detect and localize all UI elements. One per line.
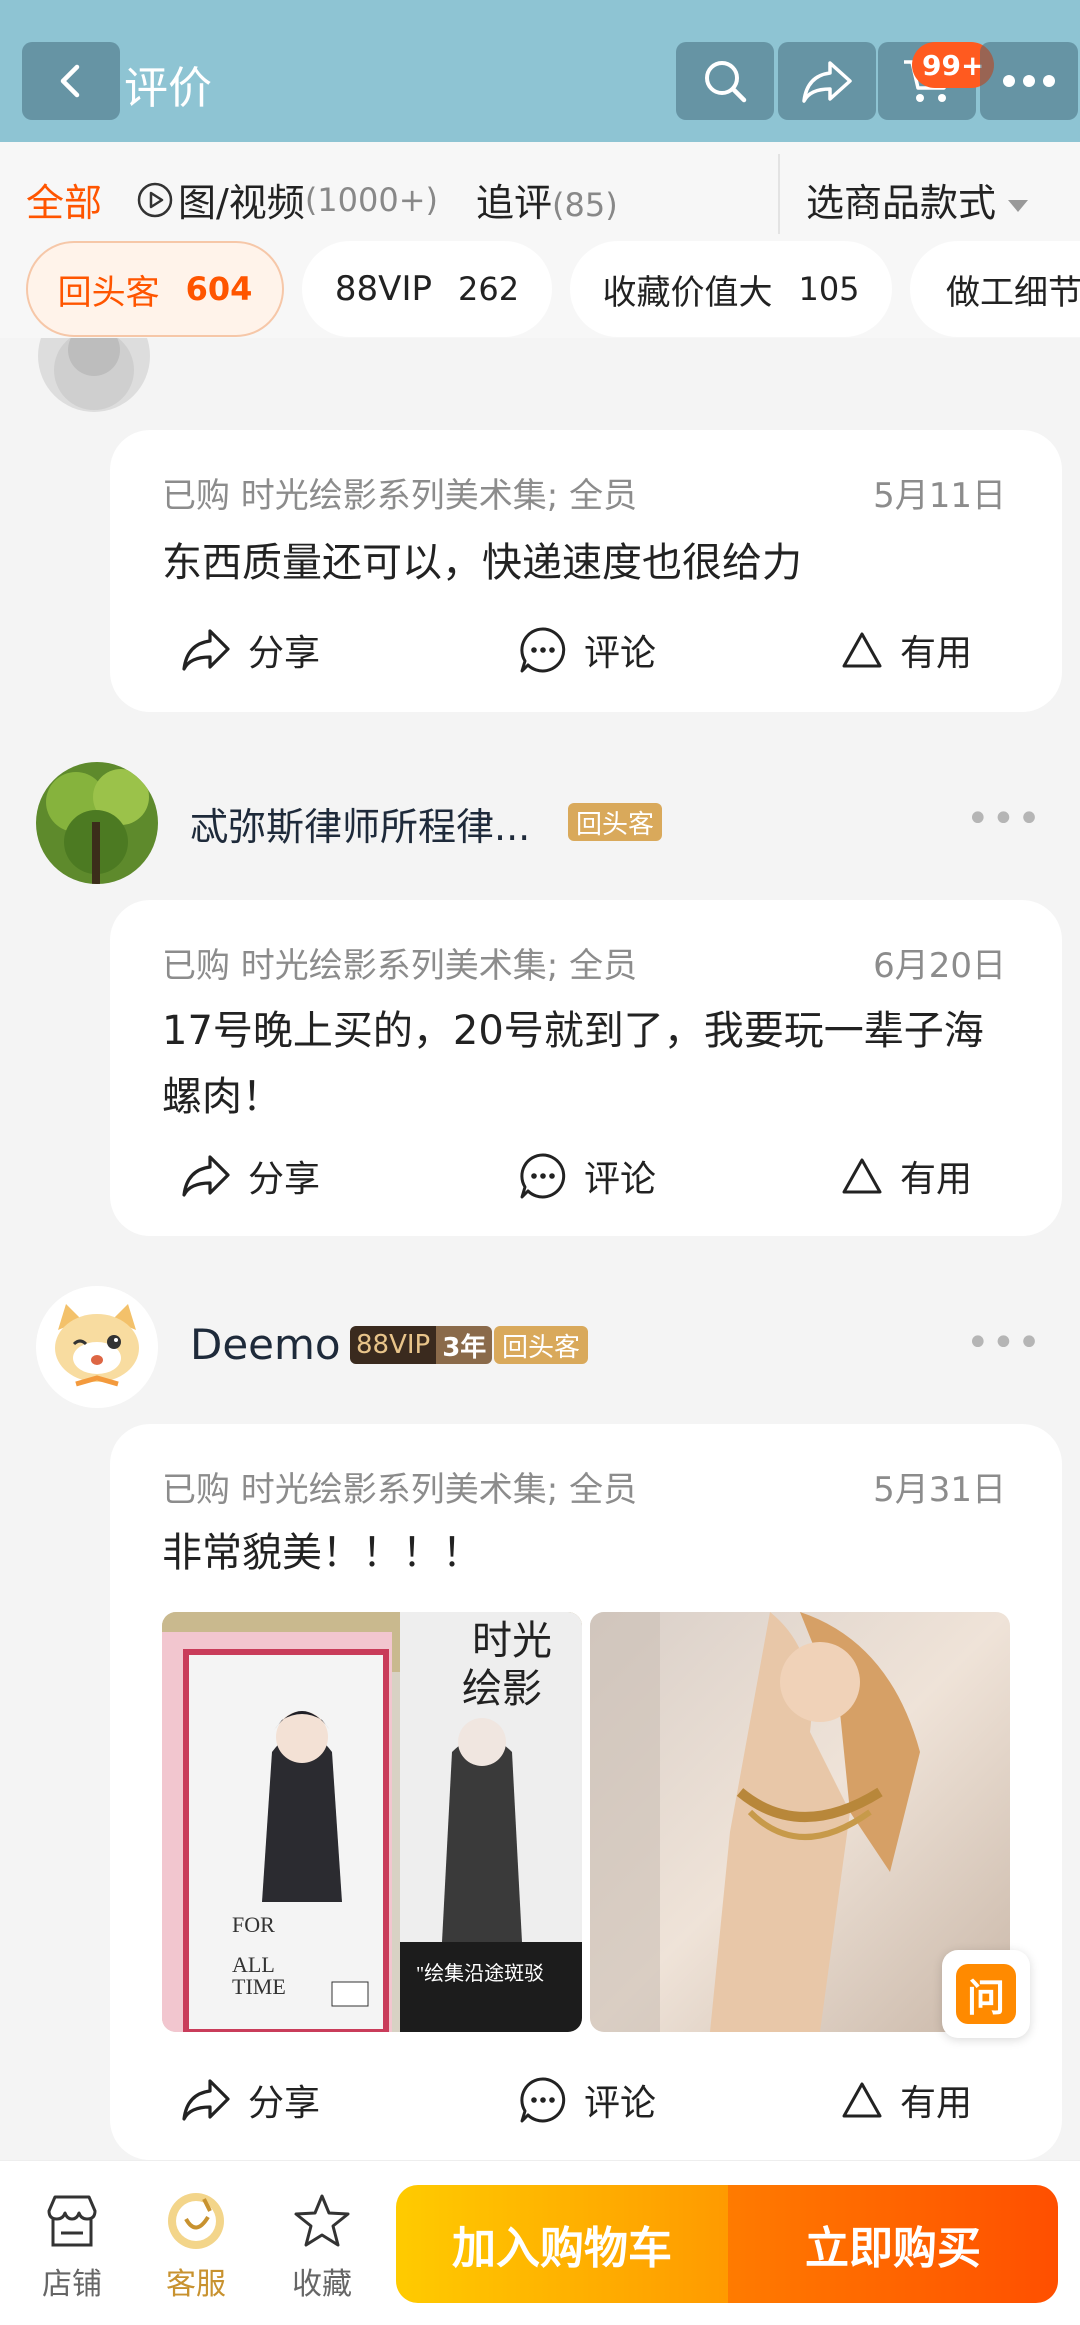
- useful-action[interactable]: 有用: [840, 1146, 972, 1206]
- style-selector[interactable]: 选商品款式: [806, 172, 1029, 227]
- avatar[interactable]: [36, 762, 158, 884]
- purchase-info: 已购 时光绘影系列美术集; 全员: [162, 476, 638, 516]
- review-date: 5月11日: [873, 476, 1006, 516]
- review-text: 17号晚上买的，20号就到了，我要玩一辈子海螺肉！: [162, 1008, 984, 1120]
- search-button[interactable]: [676, 42, 774, 120]
- svg-text:FOR: FOR: [232, 1912, 275, 1937]
- customer-service-icon: [168, 2193, 224, 2249]
- more-options-icon[interactable]: •••: [966, 1320, 1043, 1366]
- review-text: 东西质量还可以，快递速度也很给力: [162, 540, 802, 586]
- page-title: 评价: [124, 63, 212, 114]
- share-action[interactable]: 分享: [180, 1146, 320, 1206]
- buy-now-button[interactable]: 立即购买: [728, 2185, 1058, 2303]
- purchase-info: 已购 时光绘影系列美术集; 全员: [162, 1470, 638, 1510]
- comment-action[interactable]: 评论: [518, 1146, 656, 1206]
- tab-media[interactable]: 图/视频 (1000+): [136, 172, 438, 227]
- review-card: 已购 时光绘影系列美术集; 全员 5月31日 非常貌美！！！！ "绘集沿途斑驳 …: [110, 1424, 1062, 2160]
- store-button[interactable]: 店铺: [22, 2189, 122, 2303]
- cat-avatar-image: [36, 1286, 158, 1408]
- avatar-image: [36, 762, 158, 884]
- review-date: 6月20日: [873, 946, 1006, 986]
- review-card: 已购 时光绘影系列美术集; 全员 5月11日 东西质量还可以，快递速度也很给力 …: [110, 430, 1062, 712]
- comment-action[interactable]: 评论: [518, 2070, 656, 2130]
- chevron-left-icon: [60, 64, 80, 98]
- comment-action[interactable]: 评论: [518, 620, 656, 680]
- reviewer-name[interactable]: 忒弥斯律师所程律...: [190, 796, 530, 851]
- play-circle-icon: [137, 182, 173, 217]
- more-options-icon[interactable]: •••: [966, 796, 1043, 842]
- triangle-like-icon: [842, 1158, 882, 1194]
- top-bar: 评价 99+: [0, 0, 1080, 142]
- 88vip-badge: 88VIP 3年: [350, 1326, 493, 1364]
- svg-text:"绘集沿途斑驳: "绘集沿途斑驳: [416, 1962, 544, 1985]
- star-icon: [294, 2194, 350, 2247]
- review-card: 已购 时光绘影系列美术集; 全员 6月20日 17号晚上买的，20号就到了，我要…: [110, 900, 1062, 1236]
- comment-icon: [520, 627, 566, 673]
- search-icon: [705, 61, 747, 103]
- review-actions: 分享 评论 有用: [110, 1146, 1062, 1206]
- more-dots-icon: [1003, 75, 1055, 87]
- useful-action[interactable]: 有用: [840, 620, 972, 680]
- back-button[interactable]: [22, 42, 120, 120]
- review-photo[interactable]: "绘集沿途斑驳 时光 绘影 FOR ALL TIME: [162, 1612, 582, 2032]
- review-date: 5月31日: [873, 1470, 1006, 1510]
- ask-icon: 问: [956, 1964, 1016, 2024]
- comment-icon: [520, 1153, 566, 1199]
- customer-service-button[interactable]: 客服: [146, 2189, 246, 2303]
- review-actions: 分享 评论 有用: [110, 620, 1062, 680]
- chip-collectible[interactable]: 收藏价值大 105: [570, 241, 892, 337]
- review-text: 非常貌美！！！！: [162, 1530, 482, 1576]
- triangle-like-icon: [842, 2082, 882, 2118]
- bottom-action-bar: 店铺 客服 收藏 加入购物车 立即购买: [0, 2160, 1080, 2325]
- returning-customer-badge: 回头客: [568, 803, 663, 841]
- returning-customer-badge: 回头客: [494, 1326, 589, 1364]
- chip-craftsmanship[interactable]: 做工细节: [910, 241, 1080, 337]
- store-icon: [47, 2195, 97, 2247]
- add-to-cart-button[interactable]: 加入购物车: [396, 2185, 728, 2303]
- triangle-like-icon: [842, 632, 882, 668]
- tag-chips: 回头客 604 88VIP 262 收藏价值大 105 做工细节: [0, 238, 1080, 338]
- useful-action[interactable]: 有用: [840, 2070, 972, 2130]
- chip-returning-customer[interactable]: 回头客 604: [26, 241, 284, 337]
- favorite-button[interactable]: 收藏: [272, 2189, 372, 2303]
- svg-text:绘影: 绘影: [462, 1666, 542, 1712]
- share-icon: [182, 629, 230, 671]
- share-icon: [182, 1155, 230, 1197]
- review-actions: 分享 评论 有用: [110, 2070, 1062, 2130]
- artbook-photo-image: "绘集沿途斑驳 时光 绘影 FOR ALL TIME: [162, 1612, 582, 2032]
- caret-down-icon: [1008, 199, 1029, 212]
- svg-text:时光: 时光: [472, 1618, 552, 1664]
- ask-question-button[interactable]: 问: [942, 1950, 1030, 2038]
- svg-text:TIME: TIME: [232, 1974, 286, 1999]
- tab-all[interactable]: 全部: [26, 172, 102, 227]
- reviewer-name[interactable]: Deemo: [190, 1320, 341, 1369]
- purchase-info: 已购 时光绘影系列美术集; 全员: [162, 946, 638, 986]
- share-action[interactable]: 分享: [180, 2070, 320, 2130]
- more-menu-button[interactable]: [980, 42, 1078, 120]
- share-icon: [802, 61, 852, 103]
- chip-88vip[interactable]: 88VIP 262: [302, 241, 552, 337]
- comment-icon: [520, 2077, 566, 2123]
- avatar[interactable]: [36, 1286, 158, 1408]
- share-button[interactable]: [778, 42, 876, 120]
- share-action[interactable]: 分享: [180, 620, 320, 680]
- tab-follow-up[interactable]: 追评(85): [476, 172, 618, 227]
- share-icon: [182, 2079, 230, 2121]
- divider: [778, 154, 780, 234]
- filter-tabs: 全部 图/视频 (1000+) 追评(85) 选商品款式: [0, 142, 1080, 246]
